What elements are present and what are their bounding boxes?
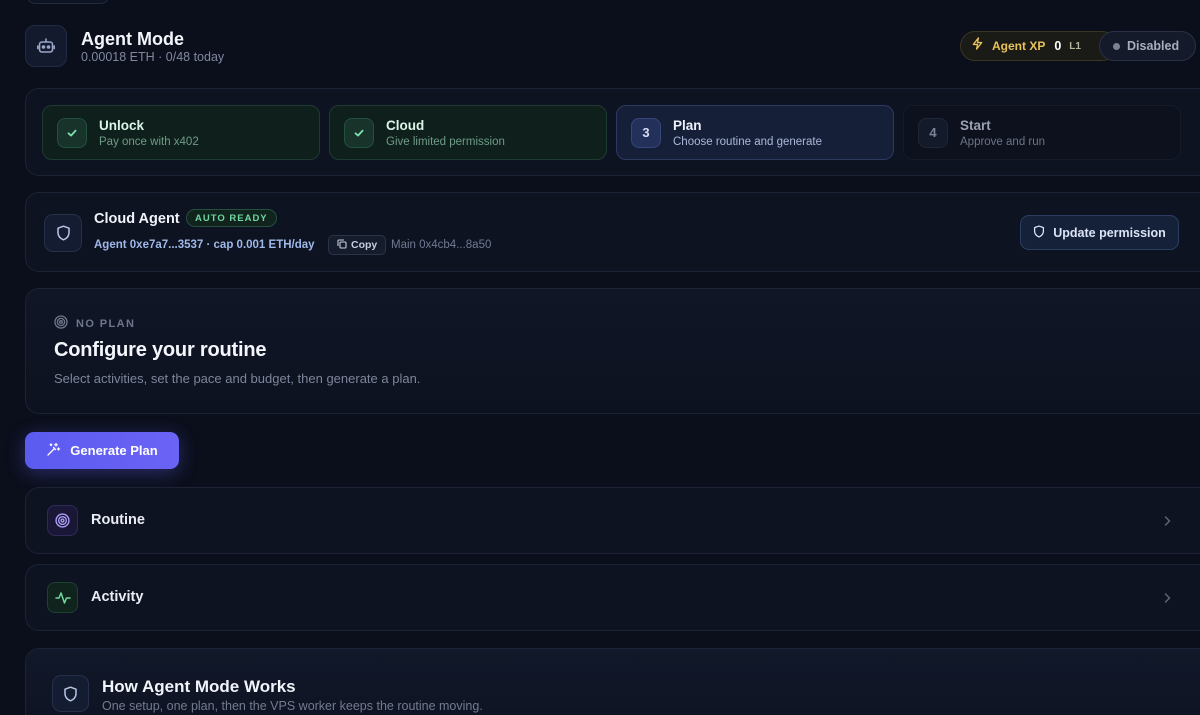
update-permission-button[interactable]: Update permission [1020, 215, 1179, 250]
step-plan[interactable]: 3 Plan Choose routine and generate [616, 105, 894, 160]
agent-xp-value: 0 [1054, 39, 1062, 53]
generate-plan-label: Generate Plan [70, 443, 158, 458]
shield-icon [1033, 224, 1045, 241]
config-title: Configure your routine [54, 339, 267, 361]
update-permission-label: Update permission [1053, 225, 1166, 240]
chevron-right-icon [1162, 514, 1172, 532]
step-desc: Choose routine and generate [673, 135, 822, 148]
step-number: 4 [918, 117, 948, 148]
how-title: How Agent Mode Works [102, 677, 296, 696]
agent-xp-level: L1 [1069, 40, 1081, 52]
configure-routine-card: NO PLAN Configure your routine Select ac… [25, 288, 1200, 414]
step-cloud[interactable]: Cloud Give limited permission [329, 105, 607, 160]
no-plan-eyebrow: NO PLAN [54, 315, 135, 332]
step-title: Plan [673, 117, 702, 133]
sparkles-icon [46, 442, 61, 460]
target-icon [54, 315, 68, 332]
agent-xp-pill[interactable]: Agent XP 0 L1 [960, 31, 1117, 61]
lightning-icon [971, 37, 984, 55]
top-tab-stub[interactable] [27, 0, 109, 4]
copy-button[interactable]: Copy [328, 235, 387, 255]
auto-ready-badge: AUTO READY [186, 209, 277, 227]
step-unlock[interactable]: Unlock Pay once with x402 [42, 105, 320, 160]
step-start[interactable]: 4 Start Approve and run [903, 105, 1181, 160]
copy-icon [337, 238, 347, 252]
cloud-agent-card: Cloud Agent AUTO READY Agent 0xe7a7...35… [25, 192, 1200, 272]
agent-address-info: Agent 0xe7a7...3537 · cap 0.001 ETH/day [94, 239, 315, 251]
how-description: One setup, one plan, then the VPS worker… [102, 699, 483, 713]
step-number: 3 [631, 117, 661, 148]
pulse-icon [47, 582, 78, 613]
routine-label: Routine [91, 512, 145, 528]
step-title: Cloud [386, 117, 425, 133]
step-title: Unlock [99, 117, 145, 133]
page-subtitle: 0.00018 ETH · 0/48 today [81, 50, 225, 64]
status-label: Disabled [1127, 39, 1180, 53]
main-address: Main 0x4cb4...8a50 [391, 239, 492, 251]
step-title: Start [960, 117, 991, 133]
agent-mode-page: Agent Mode 0.00018 ETH · 0/48 today Agen… [0, 0, 1200, 715]
activity-section[interactable]: Activity [25, 564, 1200, 631]
config-description: Select activities, set the pace and budg… [54, 371, 421, 386]
robot-icon [25, 25, 67, 67]
how-it-works-card: How Agent Mode Works One setup, one plan… [25, 648, 1200, 715]
step-desc: Pay once with x402 [99, 135, 199, 148]
check-icon [57, 117, 87, 148]
no-plan-label: NO PLAN [76, 317, 136, 330]
chevron-right-icon [1162, 591, 1172, 609]
routine-section[interactable]: Routine [25, 487, 1200, 554]
shield-icon [52, 675, 89, 712]
header: Agent Mode 0.00018 ETH · 0/48 today Agen… [25, 25, 1200, 67]
shield-icon [44, 214, 82, 252]
activity-label: Activity [91, 589, 144, 605]
check-icon [344, 117, 374, 148]
copy-label: Copy [351, 239, 378, 251]
agent-xp-label: Agent XP [992, 39, 1046, 53]
cloud-agent-title: Cloud Agent [94, 211, 180, 227]
status-badge[interactable]: Disabled [1099, 31, 1196, 61]
generate-plan-button[interactable]: Generate Plan [25, 432, 179, 469]
step-desc: Approve and run [960, 135, 1046, 148]
step-desc: Give limited permission [386, 135, 505, 148]
page-title: Agent Mode [81, 29, 184, 49]
target-icon [47, 505, 78, 536]
status-dot-icon [1113, 42, 1120, 50]
setup-stepper: Unlock Pay once with x402 Cloud Give lim… [25, 88, 1200, 176]
